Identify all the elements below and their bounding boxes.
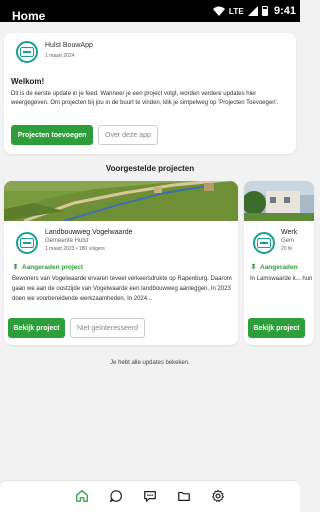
welcome-app-name: Hulst BouwApp: [45, 42, 93, 49]
chat-icon: [109, 490, 122, 503]
project-meta: 1 maart 2023 • 180 volgers: [45, 246, 105, 252]
status-bar: LTE 9:41: [0, 0, 300, 22]
suggested-projects-title: Voorgestelde projecten: [105, 164, 195, 173]
project-image: [4, 181, 238, 221]
project-name: Werk: [281, 229, 298, 236]
view-project-button[interactable]: Bekijk project: [248, 318, 305, 338]
welcome-title: Welkom!: [11, 77, 45, 86]
nav-messages[interactable]: [142, 488, 158, 504]
nav-settings[interactable]: [210, 488, 226, 504]
project-card[interactable]: Werk Gem 20 fe Aangeraden In Lamswaarde …: [244, 181, 314, 345]
battery-icon: [261, 6, 268, 16]
project-organisation: Gemeente Hulst: [45, 238, 89, 244]
recommended-label: Aangeraden project: [22, 264, 84, 271]
not-interested-button[interactable]: Niet geïnteresseerd: [70, 318, 145, 338]
organisation-logo: [16, 232, 38, 254]
nav-home[interactable]: [74, 488, 90, 504]
project-card[interactable]: Landbouwweg Vogelwaarde Gemeente Hulst 1…: [4, 181, 238, 345]
organisation-logo: [253, 232, 275, 254]
welcome-card: Hulst BouwApp 1 maart 2024 Welkom! Dit i…: [4, 33, 296, 154]
project-name: Landbouwweg Vogelwaarde: [45, 229, 133, 236]
home-icon: [76, 490, 88, 502]
welcome-body: Dit is de eerste update in je feed. Wann…: [11, 91, 279, 106]
wifi-icon: [212, 6, 225, 16]
view-project-button[interactable]: Bekijk project: [8, 318, 65, 338]
folder-icon: [178, 491, 190, 501]
recommended-badge: Aangeraden project: [12, 264, 83, 271]
nav-chat[interactable]: [108, 488, 124, 504]
pin-icon: [251, 264, 256, 271]
add-projects-button[interactable]: Projecten toevoegen: [11, 125, 93, 145]
about-app-button[interactable]: Over deze app: [98, 125, 158, 145]
app-logo: [16, 41, 38, 63]
settings-icon: [212, 489, 224, 502]
project-image: [244, 181, 314, 221]
recommended-label: Aangeraden: [260, 264, 298, 271]
nav-folder[interactable]: [176, 488, 192, 504]
network-type: LTE: [228, 6, 244, 16]
recommended-badge: Aangeraden: [250, 264, 298, 271]
bottom-nav: [0, 480, 300, 512]
status-time: 9:41: [273, 5, 296, 17]
signal-icon: [247, 6, 258, 16]
project-description: In Lamswaarde k... hun cultuur... werken…: [250, 276, 314, 282]
all-updates-read-text: Je hebt alle updates bekeken.: [110, 360, 190, 366]
project-meta: 20 fe: [281, 246, 293, 252]
pin-icon: [13, 264, 18, 271]
project-organisation: Gem: [281, 238, 295, 244]
messages-icon: [144, 491, 156, 502]
project-description: Bewoners van Vogelwaarde ervaren teveel …: [12, 276, 232, 302]
welcome-date: 1 maart 2024: [45, 53, 75, 59]
